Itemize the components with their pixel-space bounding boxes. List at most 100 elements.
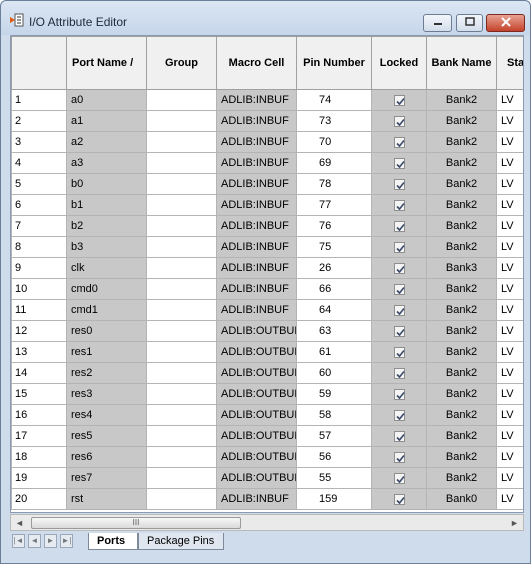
- row-number-cell[interactable]: 6: [11, 194, 67, 216]
- table-row[interactable]: 13 res1 ADLIB:OUTBUF 61 Bank2 LV: [11, 341, 523, 363]
- group-cell[interactable]: [146, 488, 217, 510]
- table-row[interactable]: 8 b3 ADLIB:INBUF 75 Bank2 LV: [11, 236, 523, 258]
- port-name-cell[interactable]: res4: [66, 404, 147, 426]
- bank-name-cell[interactable]: Bank2: [426, 110, 497, 132]
- bank-name-cell[interactable]: Bank2: [426, 89, 497, 111]
- table-row[interactable]: 4 a3 ADLIB:INBUF 69 Bank2 LV: [11, 152, 523, 174]
- scroll-left-icon[interactable]: ◄: [13, 517, 26, 530]
- port-name-cell[interactable]: b0: [66, 173, 147, 195]
- row-number-cell[interactable]: 13: [11, 341, 67, 363]
- locked-cell[interactable]: [371, 467, 427, 489]
- io-standard-cell[interactable]: LV: [496, 299, 523, 321]
- io-standard-cell[interactable]: LV: [496, 257, 523, 279]
- locked-checkbox[interactable]: [393, 220, 405, 232]
- locked-checkbox[interactable]: [393, 388, 405, 400]
- bank-name-cell[interactable]: Bank3: [426, 257, 497, 279]
- group-cell[interactable]: [146, 404, 217, 426]
- row-number-cell[interactable]: 12: [11, 320, 67, 342]
- locked-cell[interactable]: [371, 341, 427, 363]
- locked-checkbox[interactable]: [393, 94, 405, 106]
- column-header-group[interactable]: Group: [146, 36, 217, 90]
- io-standard-cell[interactable]: LV: [496, 362, 523, 384]
- pin-number-cell[interactable]: 26: [296, 257, 372, 279]
- locked-checkbox[interactable]: [393, 325, 405, 337]
- locked-checkbox[interactable]: [393, 178, 405, 190]
- group-cell[interactable]: [146, 89, 217, 111]
- port-name-cell[interactable]: res3: [66, 383, 147, 405]
- bank-name-cell[interactable]: Bank0: [426, 488, 497, 510]
- io-standard-cell[interactable]: LV: [496, 488, 523, 510]
- locked-checkbox[interactable]: [393, 367, 405, 379]
- row-number-cell[interactable]: 10: [11, 278, 67, 300]
- macro-cell-cell[interactable]: ADLIB:INBUF: [216, 152, 297, 174]
- group-cell[interactable]: [146, 194, 217, 216]
- io-standard-cell[interactable]: LV: [496, 89, 523, 111]
- group-cell[interactable]: [146, 215, 217, 237]
- group-cell[interactable]: [146, 341, 217, 363]
- group-cell[interactable]: [146, 467, 217, 489]
- locked-checkbox[interactable]: [393, 472, 405, 484]
- bank-name-cell[interactable]: Bank2: [426, 320, 497, 342]
- locked-checkbox[interactable]: [393, 136, 405, 148]
- pin-number-cell[interactable]: 76: [296, 215, 372, 237]
- port-name-cell[interactable]: cmd0: [66, 278, 147, 300]
- column-header-pin-number[interactable]: Pin Number: [296, 36, 372, 90]
- port-name-cell[interactable]: res0: [66, 320, 147, 342]
- port-name-cell[interactable]: a3: [66, 152, 147, 174]
- io-standard-cell[interactable]: LV: [496, 341, 523, 363]
- pin-number-cell[interactable]: 78: [296, 173, 372, 195]
- group-cell[interactable]: [146, 131, 217, 153]
- row-number-cell[interactable]: 9: [11, 257, 67, 279]
- table-row[interactable]: 14 res2 ADLIB:OUTBUF 60 Bank2 LV: [11, 362, 523, 384]
- locked-cell[interactable]: [371, 173, 427, 195]
- column-header-port-name[interactable]: Port Name /: [66, 36, 147, 90]
- macro-cell-cell[interactable]: ADLIB:INBUF: [216, 194, 297, 216]
- io-standard-cell[interactable]: LV: [496, 446, 523, 468]
- locked-checkbox[interactable]: [393, 409, 405, 421]
- group-cell[interactable]: [146, 320, 217, 342]
- macro-cell-cell[interactable]: ADLIB:INBUF: [216, 110, 297, 132]
- port-name-cell[interactable]: res2: [66, 362, 147, 384]
- bank-name-cell[interactable]: Bank2: [426, 194, 497, 216]
- pin-number-cell[interactable]: 69: [296, 152, 372, 174]
- macro-cell-cell[interactable]: ADLIB:OUTBUF: [216, 341, 297, 363]
- locked-cell[interactable]: [371, 257, 427, 279]
- table-row[interactable]: 19 res7 ADLIB:OUTBUF 55 Bank2 LV: [11, 467, 523, 489]
- bank-name-cell[interactable]: Bank2: [426, 299, 497, 321]
- bank-name-cell[interactable]: Bank2: [426, 278, 497, 300]
- bank-name-cell[interactable]: Bank2: [426, 446, 497, 468]
- locked-cell[interactable]: [371, 278, 427, 300]
- row-number-cell[interactable]: 4: [11, 152, 67, 174]
- row-number-cell[interactable]: 15: [11, 383, 67, 405]
- io-standard-cell[interactable]: LV: [496, 425, 523, 447]
- bank-name-cell[interactable]: Bank2: [426, 404, 497, 426]
- pin-number-cell[interactable]: 73: [296, 110, 372, 132]
- locked-checkbox[interactable]: [393, 157, 405, 169]
- pin-number-cell[interactable]: 74: [296, 89, 372, 111]
- pin-number-cell[interactable]: 77: [296, 194, 372, 216]
- table-row[interactable]: 7 b2 ADLIB:INBUF 76 Bank2 LV: [11, 215, 523, 237]
- locked-cell[interactable]: [371, 446, 427, 468]
- column-header-locked[interactable]: Locked: [371, 36, 427, 90]
- macro-cell-cell[interactable]: ADLIB:OUTBUF: [216, 425, 297, 447]
- maximize-button[interactable]: [456, 14, 483, 32]
- column-header-standard[interactable]: Sta: [496, 36, 523, 90]
- scrollbar-thumb[interactable]: III: [31, 517, 241, 529]
- locked-cell[interactable]: [371, 194, 427, 216]
- title-bar[interactable]: I/O Attribute Editor: [1, 1, 530, 35]
- pin-number-cell[interactable]: 55: [296, 467, 372, 489]
- pin-number-cell[interactable]: 61: [296, 341, 372, 363]
- row-number-cell[interactable]: 7: [11, 215, 67, 237]
- port-name-cell[interactable]: a0: [66, 89, 147, 111]
- table-row[interactable]: 11 cmd1 ADLIB:INBUF 64 Bank2 LV: [11, 299, 523, 321]
- tab-nav-next-icon[interactable]: ►: [44, 534, 57, 548]
- io-standard-cell[interactable]: LV: [496, 383, 523, 405]
- io-standard-cell[interactable]: LV: [496, 152, 523, 174]
- port-name-cell[interactable]: res1: [66, 341, 147, 363]
- locked-checkbox[interactable]: [393, 115, 405, 127]
- tab-nav-prev-icon[interactable]: ◄: [28, 534, 41, 548]
- row-number-cell[interactable]: 20: [11, 488, 67, 510]
- row-number-cell[interactable]: 16: [11, 404, 67, 426]
- minimize-button[interactable]: [423, 14, 452, 32]
- column-header-rownum[interactable]: [11, 36, 67, 90]
